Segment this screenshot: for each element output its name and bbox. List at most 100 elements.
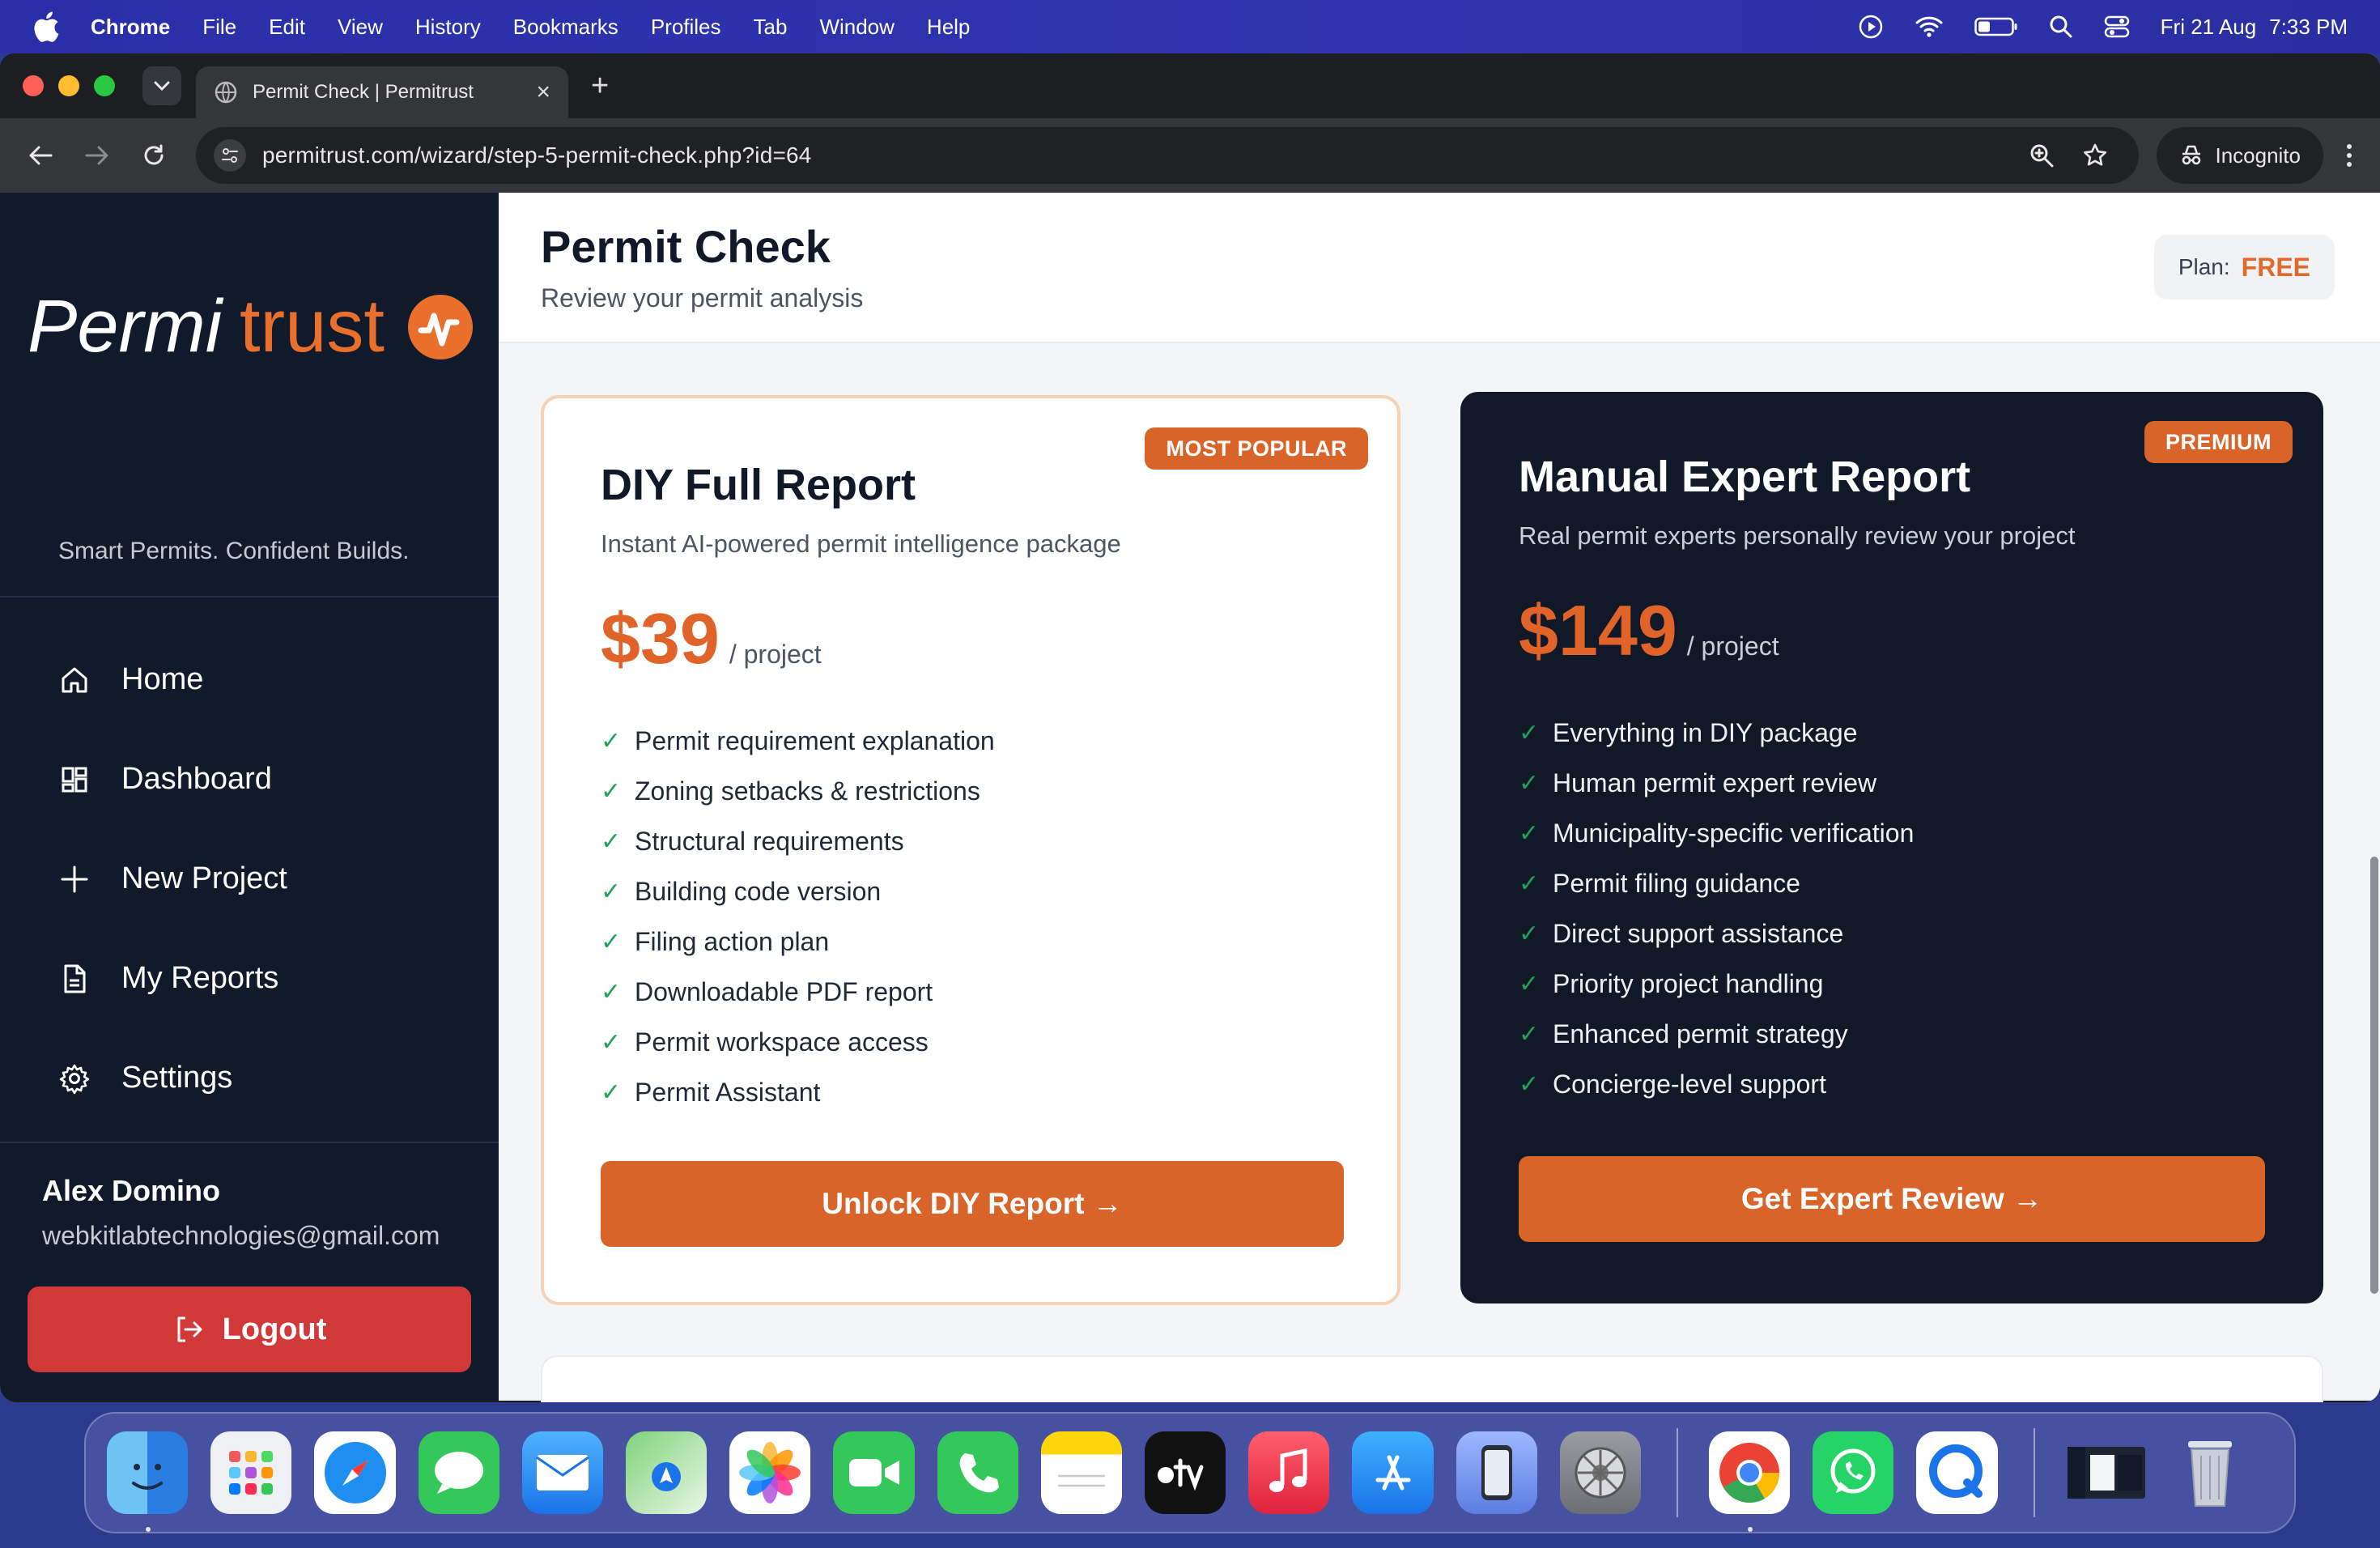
dock-finder[interactable] (107, 1431, 189, 1532)
minimize-window-button[interactable] (58, 75, 79, 96)
dock-chrome[interactable] (1709, 1431, 1791, 1532)
menu-help[interactable]: Help (927, 15, 970, 40)
back-button[interactable] (21, 136, 60, 175)
whatsapp-icon (1830, 1448, 1876, 1494)
permitrust-logo[interactable]: Permi trust (24, 280, 478, 371)
bookmark-star-icon[interactable] (2082, 142, 2108, 168)
browser-toolbar: permitrust.com/wizard/step-5-permit-chec… (0, 118, 2380, 193)
check-icon: ✓ (601, 727, 622, 755)
logout-icon (177, 1316, 202, 1342)
wifi-icon[interactable] (1915, 15, 1944, 39)
logout-button[interactable]: Logout (28, 1286, 471, 1372)
menu-view[interactable]: View (338, 15, 383, 40)
dock-screenshot-thumbnail[interactable] (2066, 1431, 2147, 1514)
reload-button[interactable] (134, 136, 173, 175)
dock-system-settings[interactable] (1559, 1431, 1642, 1514)
check-icon: ✓ (1519, 819, 1540, 847)
dock-music[interactable] (1248, 1431, 1330, 1514)
plan-badge[interactable]: Plan: FREE (2153, 235, 2335, 300)
menu-bookmarks[interactable]: Bookmarks (513, 15, 618, 40)
dock-mail[interactable] (521, 1431, 604, 1514)
sidebar-item-home[interactable]: Home (0, 630, 499, 729)
dock-phone[interactable] (937, 1431, 1018, 1514)
menu-history[interactable]: History (415, 15, 481, 40)
facetime-icon (848, 1459, 899, 1486)
url-text[interactable]: permitrust.com/wizard/step-5-permit-chec… (262, 142, 2029, 168)
price: $39 (601, 598, 720, 678)
menu-window[interactable]: Window (819, 15, 894, 40)
spotlight-search-icon[interactable] (2049, 15, 2073, 39)
dock-safari[interactable] (314, 1431, 396, 1514)
sidebar-item-dashboard[interactable]: Dashboard (0, 729, 499, 829)
dock-trash[interactable] (2170, 1431, 2250, 1514)
sidebar-item-label: Home (121, 662, 204, 696)
music-icon (1269, 1448, 1307, 1492)
page-scrollbar[interactable] (2370, 857, 2378, 1294)
sidebar-item-settings[interactable]: Settings (0, 1028, 499, 1128)
new-tab-button[interactable]: + (591, 69, 609, 104)
close-tab-icon[interactable]: × (536, 79, 550, 106)
page-header: Permit Check Review your permit analysis… (499, 193, 2380, 343)
control-center-icon[interactable] (2104, 15, 2130, 39)
expert-report-card: PREMIUM Manual Expert Report Real permit… (1460, 392, 2323, 1303)
dock-separator (1677, 1428, 1679, 1517)
menu-app-name[interactable]: Chrome (91, 15, 170, 40)
menu-edit[interactable]: Edit (269, 15, 305, 40)
dock-app-store[interactable] (1352, 1431, 1434, 1514)
dock-messages[interactable] (418, 1431, 499, 1514)
list-item: ✓ Enhanced permit strategy (1519, 1019, 1848, 1048)
check-icon: ✓ (1519, 920, 1540, 947)
address-bar[interactable]: permitrust.com/wizard/step-5-permit-chec… (196, 127, 2140, 184)
sidebar-item-my-reports[interactable]: My Reports (0, 929, 499, 1028)
apple-icon[interactable] (32, 11, 60, 43)
photos-icon (739, 1442, 801, 1503)
list-item: ✓ Structural requirements (601, 826, 904, 856)
menu-file[interactable]: File (202, 15, 236, 40)
more-menu-icon[interactable] (2346, 143, 2352, 168)
close-window-button[interactable] (23, 75, 44, 96)
sidebar-item-label: New Project (121, 861, 287, 895)
macos-menu-bar: Chrome File Edit View History Bookmarks … (0, 0, 2380, 53)
active-tab[interactable]: Permit Check | Permitrust × (196, 66, 568, 118)
dock-iphone-mirroring[interactable] (1456, 1431, 1537, 1514)
window-controls (23, 75, 115, 96)
dock-facetime[interactable] (833, 1431, 915, 1514)
check-icon: ✓ (1519, 769, 1540, 797)
dock-notes[interactable] (1040, 1431, 1123, 1514)
list-item: ✓ Human permit expert review (1519, 768, 1877, 797)
menubar-time[interactable]: 7:33 PM (2269, 15, 2348, 40)
list-item: ✓ Direct support assistance (1519, 918, 1844, 948)
tab-search-button[interactable] (142, 66, 181, 105)
dock-separator (2033, 1428, 2035, 1517)
quicktime-icon (1928, 1444, 1983, 1498)
tab-strip: Permit Check | Permitrust × + (0, 53, 2380, 118)
battery-icon[interactable] (1974, 16, 2018, 37)
dock-whatsapp[interactable] (1813, 1431, 1894, 1514)
feature-list: ✓ Everything in DIY package ✓ Human permit… (1519, 708, 1914, 1109)
site-info-icon[interactable] (214, 139, 246, 172)
zoom-icon[interactable] (2029, 142, 2055, 168)
forward-button[interactable] (78, 136, 117, 175)
incognito-indicator[interactable]: Incognito (2157, 127, 2323, 184)
globe-icon (215, 81, 237, 104)
sidebar-divider (0, 1142, 499, 1143)
dock-launchpad[interactable] (210, 1431, 292, 1514)
get-expert-review-button[interactable]: Get Expert Review → (1519, 1156, 2265, 1242)
menu-profiles[interactable]: Profiles (651, 15, 721, 40)
next-section-card (541, 1355, 2323, 1402)
unlock-diy-report-button[interactable]: Unlock DIY Report → (601, 1161, 1344, 1247)
sidebar-item-new-project[interactable]: New Project (0, 829, 499, 929)
sidebar-item-label: Settings (121, 1061, 233, 1095)
dock-maps[interactable] (626, 1431, 708, 1514)
play-circle-icon[interactable] (1858, 14, 1884, 40)
check-icon: ✓ (1519, 1020, 1540, 1048)
dock-apple-tv[interactable] (1145, 1431, 1226, 1514)
menu-tab[interactable]: Tab (754, 15, 788, 40)
most-popular-badge: MOST POPULAR (1145, 427, 1368, 470)
menubar-date[interactable]: Fri 21 Aug (2161, 15, 2257, 40)
dock-quicktime[interactable] (1916, 1431, 1998, 1514)
list-item: ✓ Permit filing guidance (1519, 868, 1800, 898)
dock-photos[interactable] (729, 1431, 811, 1514)
zoom-window-button[interactable] (94, 75, 115, 96)
phone-icon (959, 1453, 999, 1493)
